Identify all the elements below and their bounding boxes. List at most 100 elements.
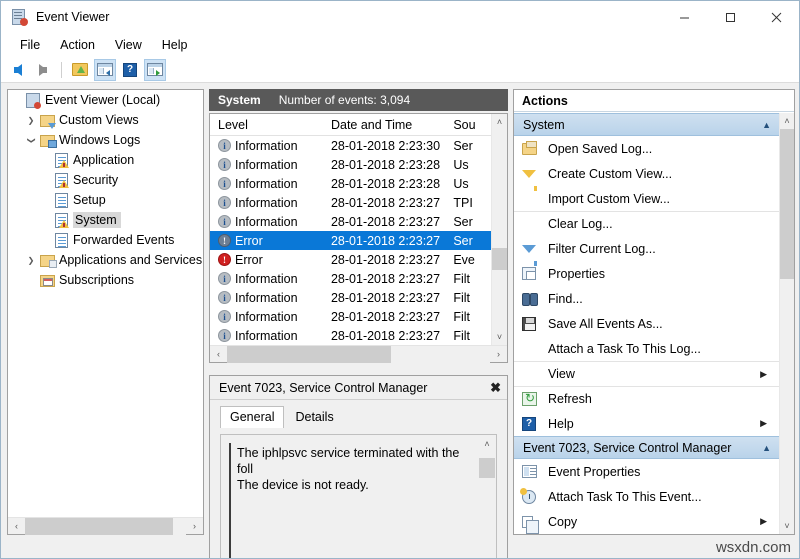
collapse-caret-icon[interactable]: ▲ [762, 120, 771, 130]
event-list-inner: Level Date and Time Sou i Information 28-0… [210, 114, 491, 345]
event-row[interactable]: i Information 28-01-2018 2:23:28 Us [210, 174, 491, 193]
message-scroll-up-button[interactable]: ˄ [479, 436, 495, 452]
menu-file[interactable]: File [10, 36, 50, 54]
action-item-copy[interactable]: Copy ▶ [514, 509, 779, 534]
action-item-create-custom-view[interactable]: Create Custom View... [514, 161, 779, 191]
tree-node-security[interactable]: Security [8, 170, 203, 190]
tree-scroll-left-button[interactable]: ‹ [8, 518, 25, 535]
submenu-arrow-icon[interactable]: ▶ [760, 418, 767, 429]
column-header-level[interactable]: Level [210, 118, 331, 132]
tree-node-system[interactable]: System [8, 210, 203, 230]
event-row[interactable]: i Information 28-01-2018 2:23:27 TPI [210, 193, 491, 212]
maximize-button[interactable] [707, 1, 753, 33]
action-item-event-properties[interactable]: Event Properties [514, 459, 779, 484]
submenu-arrow-icon[interactable]: ▶ [760, 369, 767, 380]
event-message-vertical-scrollbar[interactable]: ˄ ˅ [479, 436, 495, 558]
event-list-scroll-up-button[interactable]: ˄ [492, 114, 507, 130]
minimize-button[interactable] [661, 1, 707, 33]
actions-section-title: Event 7023, Service Control Manager [523, 440, 732, 455]
event-row[interactable]: i Information 28-01-2018 2:23:27 Filt [210, 269, 491, 288]
event-list-horizontal-scrollbar[interactable]: ‹ › [210, 345, 507, 363]
tree-node-windows-logs[interactable]: Windows Logs [8, 130, 203, 150]
message-scroll-thumb[interactable] [479, 458, 495, 478]
collapse-caret-icon[interactable]: ▲ [762, 443, 771, 453]
tree-node-subscriptions[interactable]: Subscriptions [8, 270, 203, 290]
event-row[interactable]: i Information 28-01-2018 2:23:27 Filt [210, 288, 491, 307]
binoculars-icon [522, 293, 548, 306]
action-item-attach-task-to-this-event[interactable]: Attach Task To This Event... [514, 484, 779, 509]
actions-scroll-thumb[interactable] [780, 129, 794, 279]
column-header-source[interactable]: Sou [453, 118, 491, 132]
tab-general[interactable]: General [220, 406, 285, 428]
tree-horizontal-scrollbar[interactable]: ‹ › [8, 517, 203, 535]
tree-node-forwarded-events[interactable]: Forwarded Events [8, 230, 203, 250]
show-hide-action-pane-button[interactable] [144, 58, 166, 81]
event-list-scroll-right-button[interactable]: › [490, 346, 507, 363]
tree-node-application[interactable]: Application [8, 150, 203, 170]
menu-action[interactable]: Action [50, 36, 105, 54]
forward-button[interactable] [32, 59, 54, 81]
actions-scroll-up-button[interactable]: ˄ [780, 113, 794, 129]
actions-list[interactable]: System ▲ Open Saved Log... Create Custom Vi… [514, 113, 779, 534]
actions-scroll-down-button[interactable]: ˅ [780, 518, 794, 534]
back-button[interactable] [7, 59, 29, 81]
actions-section-header[interactable]: Event 7023, Service Control Manager ▲ [514, 436, 779, 459]
action-item-label: Refresh [548, 392, 592, 406]
event-row[interactable]: i Information 28-01-2018 2:23:27 Filt [210, 326, 491, 345]
action-item-find[interactable]: Find... [514, 286, 779, 311]
event-row[interactable]: i Information 28-01-2018 2:23:27 Ser [210, 212, 491, 231]
properties-icon [522, 267, 548, 280]
event-list-scroll-thumb[interactable] [492, 248, 507, 270]
tree-scroll-right-button[interactable]: › [186, 518, 203, 535]
action-item-open-saved-log[interactable]: Open Saved Log... [514, 136, 779, 161]
tab-details[interactable]: Details [285, 406, 344, 428]
chevron-right-icon[interactable] [24, 255, 38, 265]
show-hide-console-tree-button[interactable] [94, 58, 116, 81]
event-list-vertical-scrollbar[interactable]: ˄ ˅ [491, 114, 507, 345]
close-button[interactable] [753, 1, 799, 33]
action-item-properties[interactable]: Properties [514, 261, 779, 286]
event-datetime-cell: 28-01-2018 2:23:28 [330, 176, 441, 191]
action-item-refresh[interactable]: Refresh [514, 386, 779, 411]
action-item-clear-log[interactable]: Clear Log... [514, 211, 779, 236]
chevron-down-icon[interactable] [24, 135, 38, 145]
tree-node-setup[interactable]: Setup [8, 190, 203, 210]
tree-node-applications-and-services-log[interactable]: Applications and Services Log [8, 250, 203, 270]
chevron-right-icon[interactable] [24, 115, 38, 125]
action-item-view[interactable]: View ▶ [514, 361, 779, 386]
event-row[interactable]: i Information 28-01-2018 2:23:30 Ser [210, 136, 491, 155]
action-item-attach-a-task-to-this-log[interactable]: Attach a Task To This Log... [514, 336, 779, 361]
tree-scroll-track[interactable] [25, 517, 186, 535]
tree-node-event-viewer-local[interactable]: Event Viewer (Local) [8, 90, 203, 110]
information-icon: i [218, 158, 231, 171]
action-item-import-custom-view[interactable]: Import Custom View... [514, 186, 779, 211]
help-button[interactable]: ? [119, 59, 141, 81]
event-row[interactable]: ! Error 28-01-2018 2:23:27 Ser [210, 231, 491, 250]
open-folder-button[interactable] [69, 59, 91, 81]
window-title: Event Viewer [36, 10, 110, 24]
event-list-header: System Number of events: 3,094 [209, 89, 508, 111]
event-list-scroll-down-button[interactable]: ˅ [492, 329, 507, 345]
funnel-yellow-icon [522, 169, 548, 191]
event-row[interactable]: ! Error 28-01-2018 2:23:27 Eve [210, 250, 491, 269]
event-list-hscroll-thumb[interactable] [227, 345, 391, 363]
console-tree[interactable]: Event Viewer (Local) Custom Views Windows … [8, 90, 203, 517]
event-list-scroll-left-button[interactable]: ‹ [210, 346, 227, 363]
tree-scroll-thumb[interactable] [25, 517, 173, 535]
menu-view[interactable]: View [105, 36, 152, 54]
event-list-hscroll-track[interactable] [227, 345, 490, 363]
column-header-date-and-time[interactable]: Date and Time [331, 118, 453, 132]
submenu-arrow-icon[interactable]: ▶ [760, 516, 767, 527]
action-item-filter-current-log[interactable]: Filter Current Log... [514, 236, 779, 266]
event-datetime-cell: 28-01-2018 2:23:27 [330, 252, 441, 267]
close-icon[interactable]: ✖ [490, 380, 501, 396]
actions-vertical-scrollbar[interactable]: ˄ ˅ [779, 113, 794, 534]
action-item-save-all-events-as[interactable]: Save All Events As... [514, 311, 779, 336]
tree-node-custom-views[interactable]: Custom Views [8, 110, 203, 130]
event-row[interactable]: i Information 28-01-2018 2:23:28 Us [210, 155, 491, 174]
event-row[interactable]: i Information 28-01-2018 2:23:27 Filt [210, 307, 491, 326]
menu-help[interactable]: Help [152, 36, 198, 54]
action-item-help[interactable]: ? Help ▶ [514, 411, 779, 436]
event-level-label: Information [235, 328, 298, 343]
actions-section-header[interactable]: System ▲ [514, 113, 779, 136]
